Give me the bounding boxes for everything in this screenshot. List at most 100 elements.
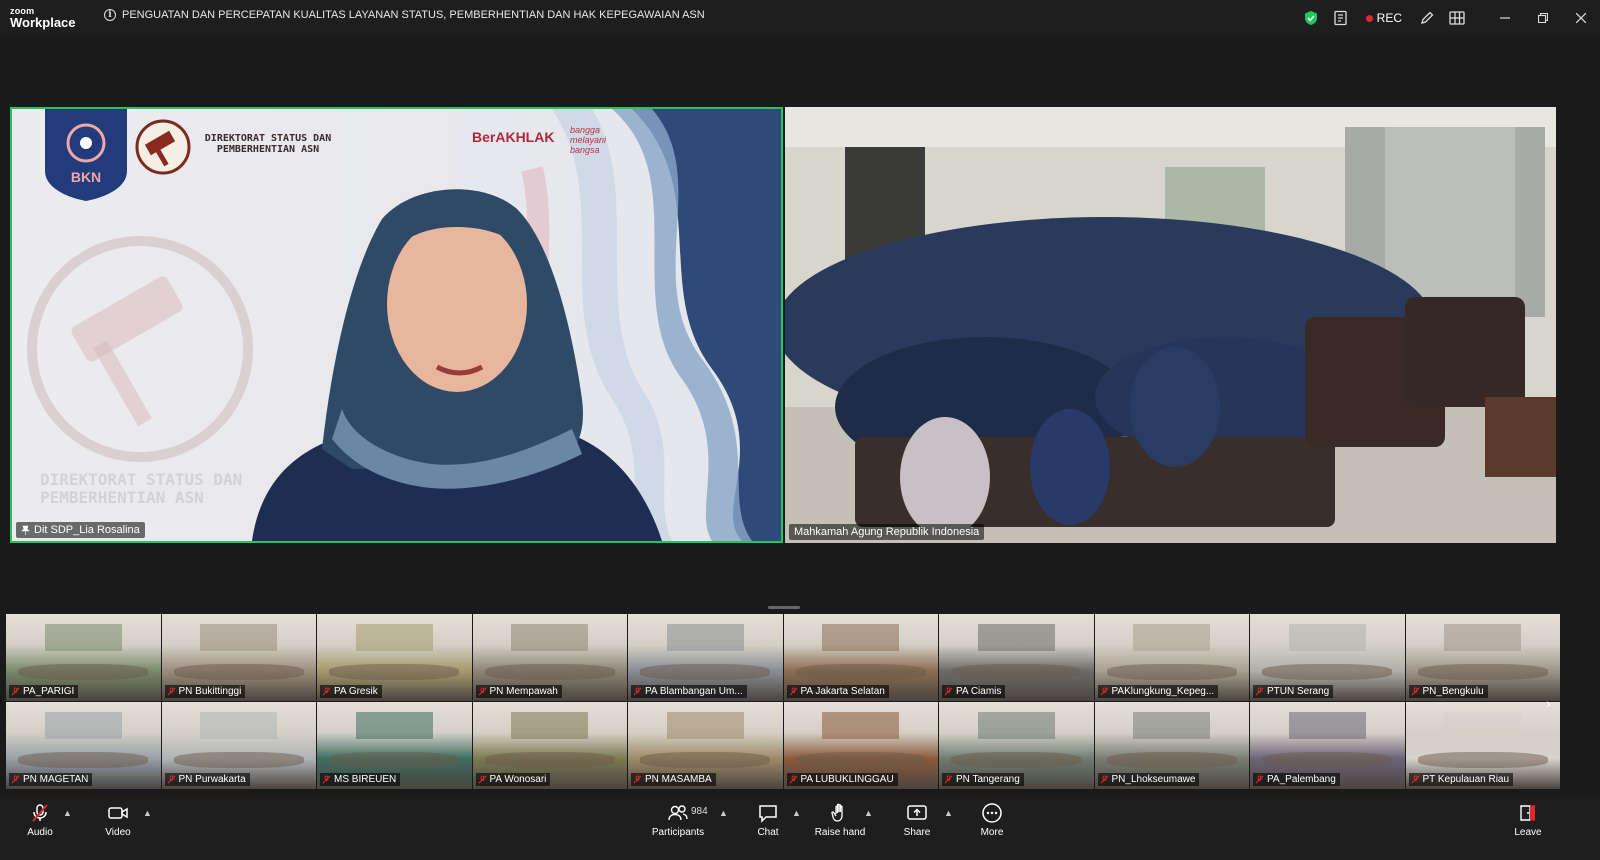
notes-icon[interactable] <box>1326 0 1356 36</box>
participants-options-caret-icon[interactable]: ▲ <box>719 808 728 818</box>
participant-name-tag: PN Purwakarta <box>164 773 250 786</box>
gallery-next-arrow-icon[interactable]: › <box>1546 695 1551 711</box>
speaker-name-tag: Dit SDP_Lia Rosalina <box>16 522 145 538</box>
participant-tile[interactable]: PN MAGETAN <box>6 702 162 790</box>
mic-muted-icon <box>478 687 486 696</box>
participant-tile[interactable]: PA Jakarta Selatan <box>783 614 939 702</box>
bkn-logo-text: BKN <box>70 169 102 185</box>
participant-tile[interactable]: PT Kepulauan Riau <box>1405 702 1561 790</box>
mic-muted-icon <box>167 775 175 784</box>
meeting-title: PENGUATAN DAN PERCEPATAN KUALITAS LAYANA… <box>122 9 705 21</box>
participant-tile[interactable]: PN Tangerang <box>939 702 1095 790</box>
participant-name: PN Mempawah <box>489 686 558 697</box>
minimize-button[interactable] <box>1486 0 1524 36</box>
participant-tile[interactable]: PA Gresik <box>317 614 473 702</box>
main-video-speaker[interactable]: BKN DIREKTORAT STATUS DAN PEMBERHENTIAN … <box>10 107 783 543</box>
participant-tile[interactable]: PA_Palembang <box>1250 702 1406 790</box>
participant-name-tag: PN Bukittinggi <box>164 685 246 698</box>
room-name: Mahkamah Agung Republik Indonesia <box>794 526 980 538</box>
video-options-caret-icon[interactable]: ▲ <box>143 808 152 818</box>
info-icon[interactable]: i <box>104 9 116 21</box>
mic-muted-icon <box>789 687 797 696</box>
video-label: Video <box>105 827 131 838</box>
mic-muted-icon <box>1100 775 1108 784</box>
main-video-room[interactable]: Mahkamah Agung Republik Indonesia <box>785 107 1556 543</box>
participant-tile[interactable]: PN_Bengkulu <box>1405 614 1561 702</box>
participant-name: PA_PARIGI <box>23 686 75 697</box>
leave-label: Leave <box>1514 827 1542 838</box>
participant-name-tag: PN_Bengkulu <box>1408 685 1488 698</box>
participant-tile[interactable]: PN Mempawah <box>472 614 628 702</box>
mic-muted-icon <box>633 687 642 696</box>
audio-options-caret-icon[interactable]: ▲ <box>63 808 72 818</box>
participants-count: 984 <box>691 806 708 817</box>
participant-name: PA Blambangan Um... <box>645 686 743 697</box>
participant-tile[interactable]: PA LUBUKLINGGAU <box>783 702 939 790</box>
participant-name-tag: PN Mempawah <box>475 685 562 698</box>
meeting-toolbar: Audio ▲ Video ▲ Participants 984 ▲ Chat … <box>0 796 1600 860</box>
recording-indicator[interactable]: REC <box>1365 11 1402 25</box>
participant-name: PN Tangerang <box>956 774 1020 785</box>
gallery-strip: PA_PARIGI PN Bukittinggi PA Gresik PN Mempa… <box>6 614 1561 790</box>
participant-name-tag: PN MAGETAN <box>9 773 93 786</box>
participant-name-tag: PTUN Serang <box>1253 685 1334 698</box>
mic-muted-icon <box>11 687 20 696</box>
participant-name: MS BIREUEN <box>334 774 397 785</box>
pin-icon <box>21 525 30 535</box>
leave-button[interactable]: Leave <box>1493 802 1563 838</box>
room-name-tag: Mahkamah Agung Republik Indonesia <box>789 524 985 540</box>
participant-tile[interactable]: PA Ciamis <box>939 614 1095 702</box>
participant-name: PA Ciamis <box>956 686 1002 697</box>
mic-muted-icon <box>1100 687 1108 696</box>
title-bar: zoom Workplace i PENGUATAN DAN PERCEPATA… <box>0 0 1600 36</box>
close-button[interactable] <box>1562 0 1600 36</box>
raise-hand-label: Raise hand <box>814 827 866 838</box>
meeting-info[interactable]: i PENGUATAN DAN PERCEPATAN KUALITAS LAYA… <box>104 9 705 21</box>
participant-name: PN MAGETAN <box>23 774 89 785</box>
mic-muted-icon <box>944 687 953 696</box>
participant-tile[interactable]: PN Bukittinggi <box>161 614 317 702</box>
participant-tile[interactable]: PA_PARIGI <box>6 614 162 702</box>
mic-muted-icon <box>322 687 331 696</box>
leave-icon <box>1520 805 1535 821</box>
more-button[interactable]: More <box>957 802 1027 838</box>
chat-icon <box>759 805 777 823</box>
chat-options-caret-icon[interactable]: ▲ <box>792 808 801 818</box>
resize-handle[interactable] <box>768 606 800 609</box>
chat-label: Chat <box>757 827 779 838</box>
shield-icon[interactable] <box>1296 0 1326 36</box>
restore-button[interactable] <box>1524 0 1562 36</box>
share-options-caret-icon[interactable]: ▲ <box>944 808 953 818</box>
mic-muted-icon <box>1411 775 1419 784</box>
participant-name: PN_Lhokseumawe <box>1111 774 1196 785</box>
bangga-tagline: bangga melayani bangsa <box>570 125 607 155</box>
participant-tile[interactable]: PAKlungkung_Kepeg... <box>1094 614 1250 702</box>
participant-tile[interactable]: MS BIREUEN <box>317 702 473 790</box>
participant-tile[interactable]: PA Wonosari <box>472 702 628 790</box>
participant-name-tag: PA Blambangan Um... <box>631 685 747 698</box>
audio-label: Audio <box>27 827 53 838</box>
participant-name: PN Purwakarta <box>178 774 246 785</box>
raise-hand-options-caret-icon[interactable]: ▲ <box>864 808 873 818</box>
participant-name-tag: PA Wonosari <box>475 773 551 786</box>
participant-tile[interactable]: PN_Lhokseumawe <box>1094 702 1250 790</box>
participant-name: PA Wonosari <box>489 774 547 785</box>
participant-tile[interactable]: PA Blambangan Um... <box>628 614 784 702</box>
annotate-icon[interactable] <box>1412 0 1442 36</box>
participant-tile[interactable]: PN MASAMBA <box>628 702 784 790</box>
slide-org-name: DIREKTORAT STATUS DAN PEMBERHENTIAN ASN <box>204 133 332 155</box>
mic-muted-icon <box>1255 687 1264 696</box>
mic-muted-icon <box>167 687 175 696</box>
view-grid-icon[interactable] <box>1442 0 1472 36</box>
mic-muted-icon <box>1255 775 1264 784</box>
zoom-logo: zoom Workplace <box>10 7 76 30</box>
participant-tile[interactable]: PN Purwakarta <box>161 702 317 790</box>
participant-name: PN Bukittinggi <box>178 686 242 697</box>
more-label: More <box>980 827 1004 838</box>
participant-name-tag: PA Jakarta Selatan <box>786 685 889 698</box>
more-icon <box>982 803 1002 823</box>
participant-tile[interactable]: PTUN Serang <box>1250 614 1406 702</box>
share-button[interactable]: Share <box>882 802 952 838</box>
participant-name: PN_Bengkulu <box>1422 686 1484 697</box>
participant-name-tag: PA Gresik <box>320 685 382 698</box>
